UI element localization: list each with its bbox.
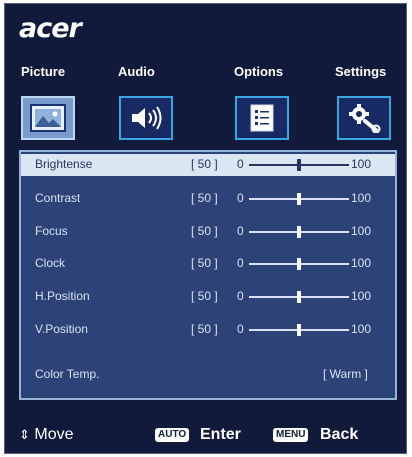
setting-row-h-position[interactable]: H.Position [ 50 ] 0 100 xyxy=(21,286,395,308)
setting-label: Contrast xyxy=(35,191,81,205)
setting-row-focus[interactable]: Focus [ 50 ] 0 100 xyxy=(21,221,395,243)
menu-key-badge: MENU xyxy=(273,428,309,442)
setting-value: [ 50 ] xyxy=(191,256,218,270)
tab-audio[interactable]: Audio xyxy=(118,64,155,79)
picture-icon xyxy=(30,104,66,132)
setting-row-brightense[interactable]: Brightense [ 50 ] 0 100 xyxy=(21,154,395,176)
tab-options-icon-button[interactable] xyxy=(235,96,289,140)
back-label: Back xyxy=(320,426,359,443)
setting-row-clock[interactable]: Clock [ 50 ] 0 100 xyxy=(21,253,395,275)
slider-track[interactable] xyxy=(249,324,349,336)
setting-label: Focus xyxy=(35,224,68,238)
up-down-arrows-icon: ⇕ xyxy=(19,427,30,442)
setting-label: V.Position xyxy=(35,322,88,336)
document-icon xyxy=(250,104,274,132)
tab-picture-icon-button[interactable] xyxy=(21,96,75,140)
speaker-icon xyxy=(132,106,162,130)
slider-min-label: 0 xyxy=(237,289,244,303)
setting-label: Brightense xyxy=(35,157,93,171)
slider-thumb[interactable] xyxy=(297,193,301,205)
slider-max-label: 100 xyxy=(351,224,372,238)
tab-picture[interactable]: Picture xyxy=(21,64,65,79)
move-label: Move xyxy=(34,426,74,443)
gear-wrench-icon xyxy=(349,104,381,133)
slider-track[interactable] xyxy=(249,159,349,171)
slider-track[interactable] xyxy=(249,291,349,303)
slider-max-label: 100 xyxy=(351,289,372,303)
tab-options[interactable]: Options xyxy=(234,64,283,79)
settings-panel: Brightense[ 50 ] 0 100 Contrast[ 50 ] 0 100 Fo… xyxy=(19,150,397,400)
setting-value: [ 50 ] xyxy=(191,322,218,336)
setting-label: Clock xyxy=(35,256,66,270)
setting-row-contrast[interactable]: Contrast [ 50 ] 0 100 xyxy=(21,188,395,210)
tab-settings-icon-button[interactable] xyxy=(337,96,391,140)
move-hint: ⇕ Move xyxy=(19,426,73,444)
slider-thumb[interactable] xyxy=(297,324,301,336)
color-temp-label: Color Temp. xyxy=(35,367,100,381)
acer-logo: acer xyxy=(19,13,82,44)
setting-row-v-position[interactable]: V.Position [ 50 ] 0 100 xyxy=(21,319,395,341)
slider-track[interactable] xyxy=(249,193,349,205)
slider-min-label: 0 xyxy=(237,322,244,336)
tab-bar: Picture Audio Options Settings xyxy=(5,64,406,84)
color-temp-value: [ Warm ] xyxy=(323,367,368,381)
enter-label: Enter xyxy=(200,426,241,443)
slider-thumb[interactable] xyxy=(297,226,301,238)
setting-value: [ 50 ] xyxy=(191,157,218,171)
slider-min-label: 0 xyxy=(237,157,244,171)
slider-track[interactable] xyxy=(249,258,349,270)
tab-settings[interactable]: Settings xyxy=(335,64,386,79)
setting-value: [ 50 ] xyxy=(191,289,218,303)
osd-menu: acer Picture Audio Options Settings Brig… xyxy=(4,3,407,454)
slider-track[interactable] xyxy=(249,226,349,238)
slider-min-label: 0 xyxy=(237,224,244,238)
slider-thumb[interactable] xyxy=(297,258,301,270)
setting-label: H.Position xyxy=(35,289,90,303)
slider-max-label: 100 xyxy=(351,322,372,336)
tab-audio-icon-button[interactable] xyxy=(119,96,173,140)
auto-key-badge: AUTO xyxy=(155,428,190,442)
color-temp-row[interactable]: Color Temp. [ Warm ] xyxy=(21,364,395,386)
slider-max-label: 100 xyxy=(351,256,372,270)
slider-max-label: 100 xyxy=(351,191,372,205)
slider-min-label: 0 xyxy=(237,191,244,205)
slider-thumb[interactable] xyxy=(297,291,301,303)
setting-value: [ 50 ] xyxy=(191,224,218,238)
setting-value: [ 50 ] xyxy=(191,191,218,205)
slider-max-label: 100 xyxy=(351,157,372,171)
slider-thumb[interactable] xyxy=(297,159,301,171)
footer-hints: ⇕ Move AUTO Enter MENU Back xyxy=(5,422,406,448)
slider-min-label: 0 xyxy=(237,256,244,270)
